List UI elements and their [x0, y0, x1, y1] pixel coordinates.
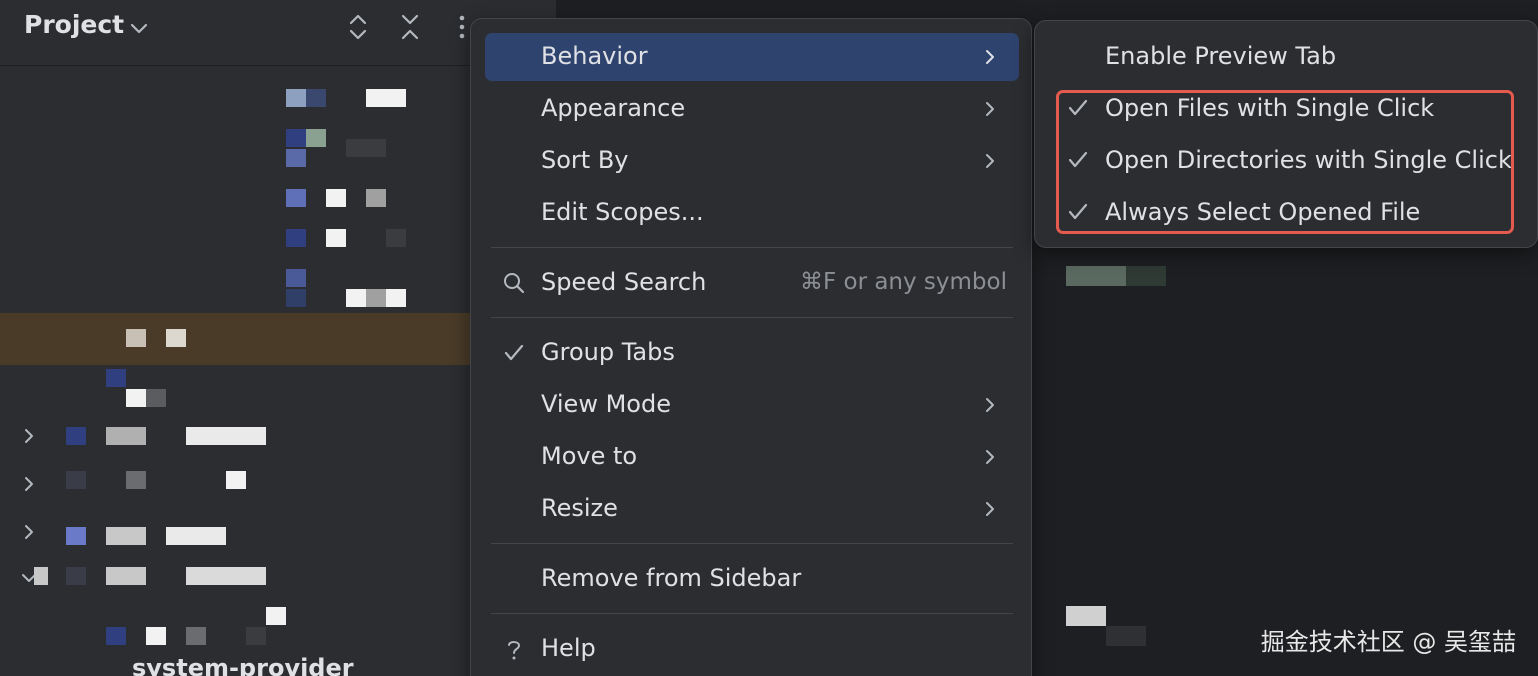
- blurred-content: [126, 329, 146, 347]
- blurred-content: [1106, 626, 1146, 646]
- chevron-right-icon: [979, 394, 1001, 416]
- tree-item-label[interactable]: system-provider: [132, 654, 354, 676]
- expand-all-icon[interactable]: [343, 12, 373, 42]
- menu-item-sort-by[interactable]: Sort By: [485, 137, 1019, 185]
- blurred-content: [326, 189, 346, 207]
- chevron-right-icon: [979, 150, 1001, 172]
- tree-row[interactable]: [0, 555, 470, 601]
- blurred-content: [246, 627, 266, 645]
- menu-item-group-tabs[interactable]: Group Tabs: [485, 329, 1019, 377]
- blurred-content: [286, 149, 306, 167]
- chevron-down-icon[interactable]: [124, 13, 154, 43]
- blurred-content: [106, 567, 146, 585]
- blurred-content: [326, 229, 346, 247]
- menu-item-edit-scopes[interactable]: Edit Scopes...: [485, 189, 1019, 237]
- blurred-content: [186, 567, 266, 585]
- blurred-content: [146, 389, 166, 407]
- blurred-content: [126, 389, 146, 407]
- blurred-content: [186, 427, 266, 445]
- search-icon: [501, 270, 527, 296]
- blurred-content: [286, 289, 306, 307]
- blurred-content: [346, 139, 386, 157]
- blurred-content: [366, 289, 386, 307]
- blurred-content: [34, 567, 48, 585]
- blurred-content: [186, 627, 206, 645]
- chevron-right-icon: [979, 498, 1001, 520]
- annotation-highlight-box: [1056, 90, 1514, 234]
- chevron-right-icon: [979, 46, 1001, 68]
- watermark: 掘金技术社区 @ 吴玺喆: [1260, 628, 1516, 656]
- menu-separator: [491, 247, 1013, 248]
- menu-item-move-to[interactable]: Move to: [485, 433, 1019, 481]
- chevron-right-icon[interactable]: [18, 425, 40, 447]
- blurred-content: [286, 269, 306, 287]
- blurred-content: [106, 527, 146, 545]
- blurred-content: [366, 89, 406, 107]
- menu-separator: [491, 543, 1013, 544]
- blurred-content: [126, 471, 146, 489]
- chevron-right-icon[interactable]: [18, 521, 40, 543]
- blurred-content: [1126, 266, 1166, 286]
- project-title[interactable]: Project: [24, 10, 124, 39]
- tree-row-selected[interactable]: [0, 313, 470, 365]
- blurred-content: [226, 471, 246, 489]
- menu-item-appearance[interactable]: Appearance: [485, 85, 1019, 133]
- blurred-content: [106, 627, 126, 645]
- blurred-content: [286, 189, 306, 207]
- context-menu: Behavior Appearance Sort By Edit Scopes.…: [470, 18, 1032, 676]
- menu-separator: [491, 317, 1013, 318]
- blurred-content: [66, 427, 86, 445]
- menu-item-help[interactable]: Help: [485, 625, 1019, 673]
- blurred-content: [66, 567, 86, 585]
- blurred-content: [286, 129, 306, 147]
- blurred-content: [266, 607, 286, 625]
- menu-item-behavior[interactable]: Behavior: [485, 33, 1019, 81]
- collapse-all-icon[interactable]: [395, 12, 425, 42]
- blurred-content: [66, 527, 86, 545]
- tree-row[interactable]: [0, 461, 470, 507]
- blurred-content: [286, 89, 306, 107]
- blurred-content: [386, 289, 406, 307]
- chevron-right-icon: [979, 98, 1001, 120]
- project-tool-window: Project system-provider: [0, 0, 470, 676]
- project-tree[interactable]: [0, 67, 470, 676]
- shortcut-hint: ⌘F or any symbol: [799, 269, 1007, 295]
- submenu-item-enable-preview-tab[interactable]: Enable Preview Tab: [1035, 33, 1538, 81]
- blurred-content: [306, 89, 326, 107]
- menu-separator: [491, 613, 1013, 614]
- blurred-content: [1066, 606, 1106, 626]
- menu-item-speed-search[interactable]: Speed Search ⌘F or any symbol: [485, 259, 1019, 307]
- blurred-content: [106, 369, 126, 387]
- tree-row[interactable]: [0, 413, 470, 459]
- blurred-content: [66, 471, 86, 489]
- chevron-right-icon[interactable]: [18, 473, 40, 495]
- blurred-content: [146, 627, 166, 645]
- blurred-content: [166, 329, 186, 347]
- chevron-right-icon: [979, 446, 1001, 468]
- blurred-content: [386, 229, 406, 247]
- project-header: Project: [0, 0, 470, 66]
- blurred-content: [166, 527, 226, 545]
- blurred-content: [1066, 266, 1126, 286]
- blurred-content: [346, 289, 366, 307]
- blurred-content: [106, 427, 146, 445]
- blurred-content: [366, 189, 386, 207]
- menu-item-view-mode[interactable]: View Mode: [485, 381, 1019, 429]
- menu-item-resize[interactable]: Resize: [485, 485, 1019, 533]
- blurred-content: [286, 229, 306, 247]
- help-icon: [501, 636, 527, 662]
- checkmark-icon: [501, 340, 527, 366]
- menu-item-remove-from-sidebar[interactable]: Remove from Sidebar: [485, 555, 1019, 603]
- blurred-content: [306, 129, 326, 147]
- tree-row[interactable]: [0, 509, 470, 555]
